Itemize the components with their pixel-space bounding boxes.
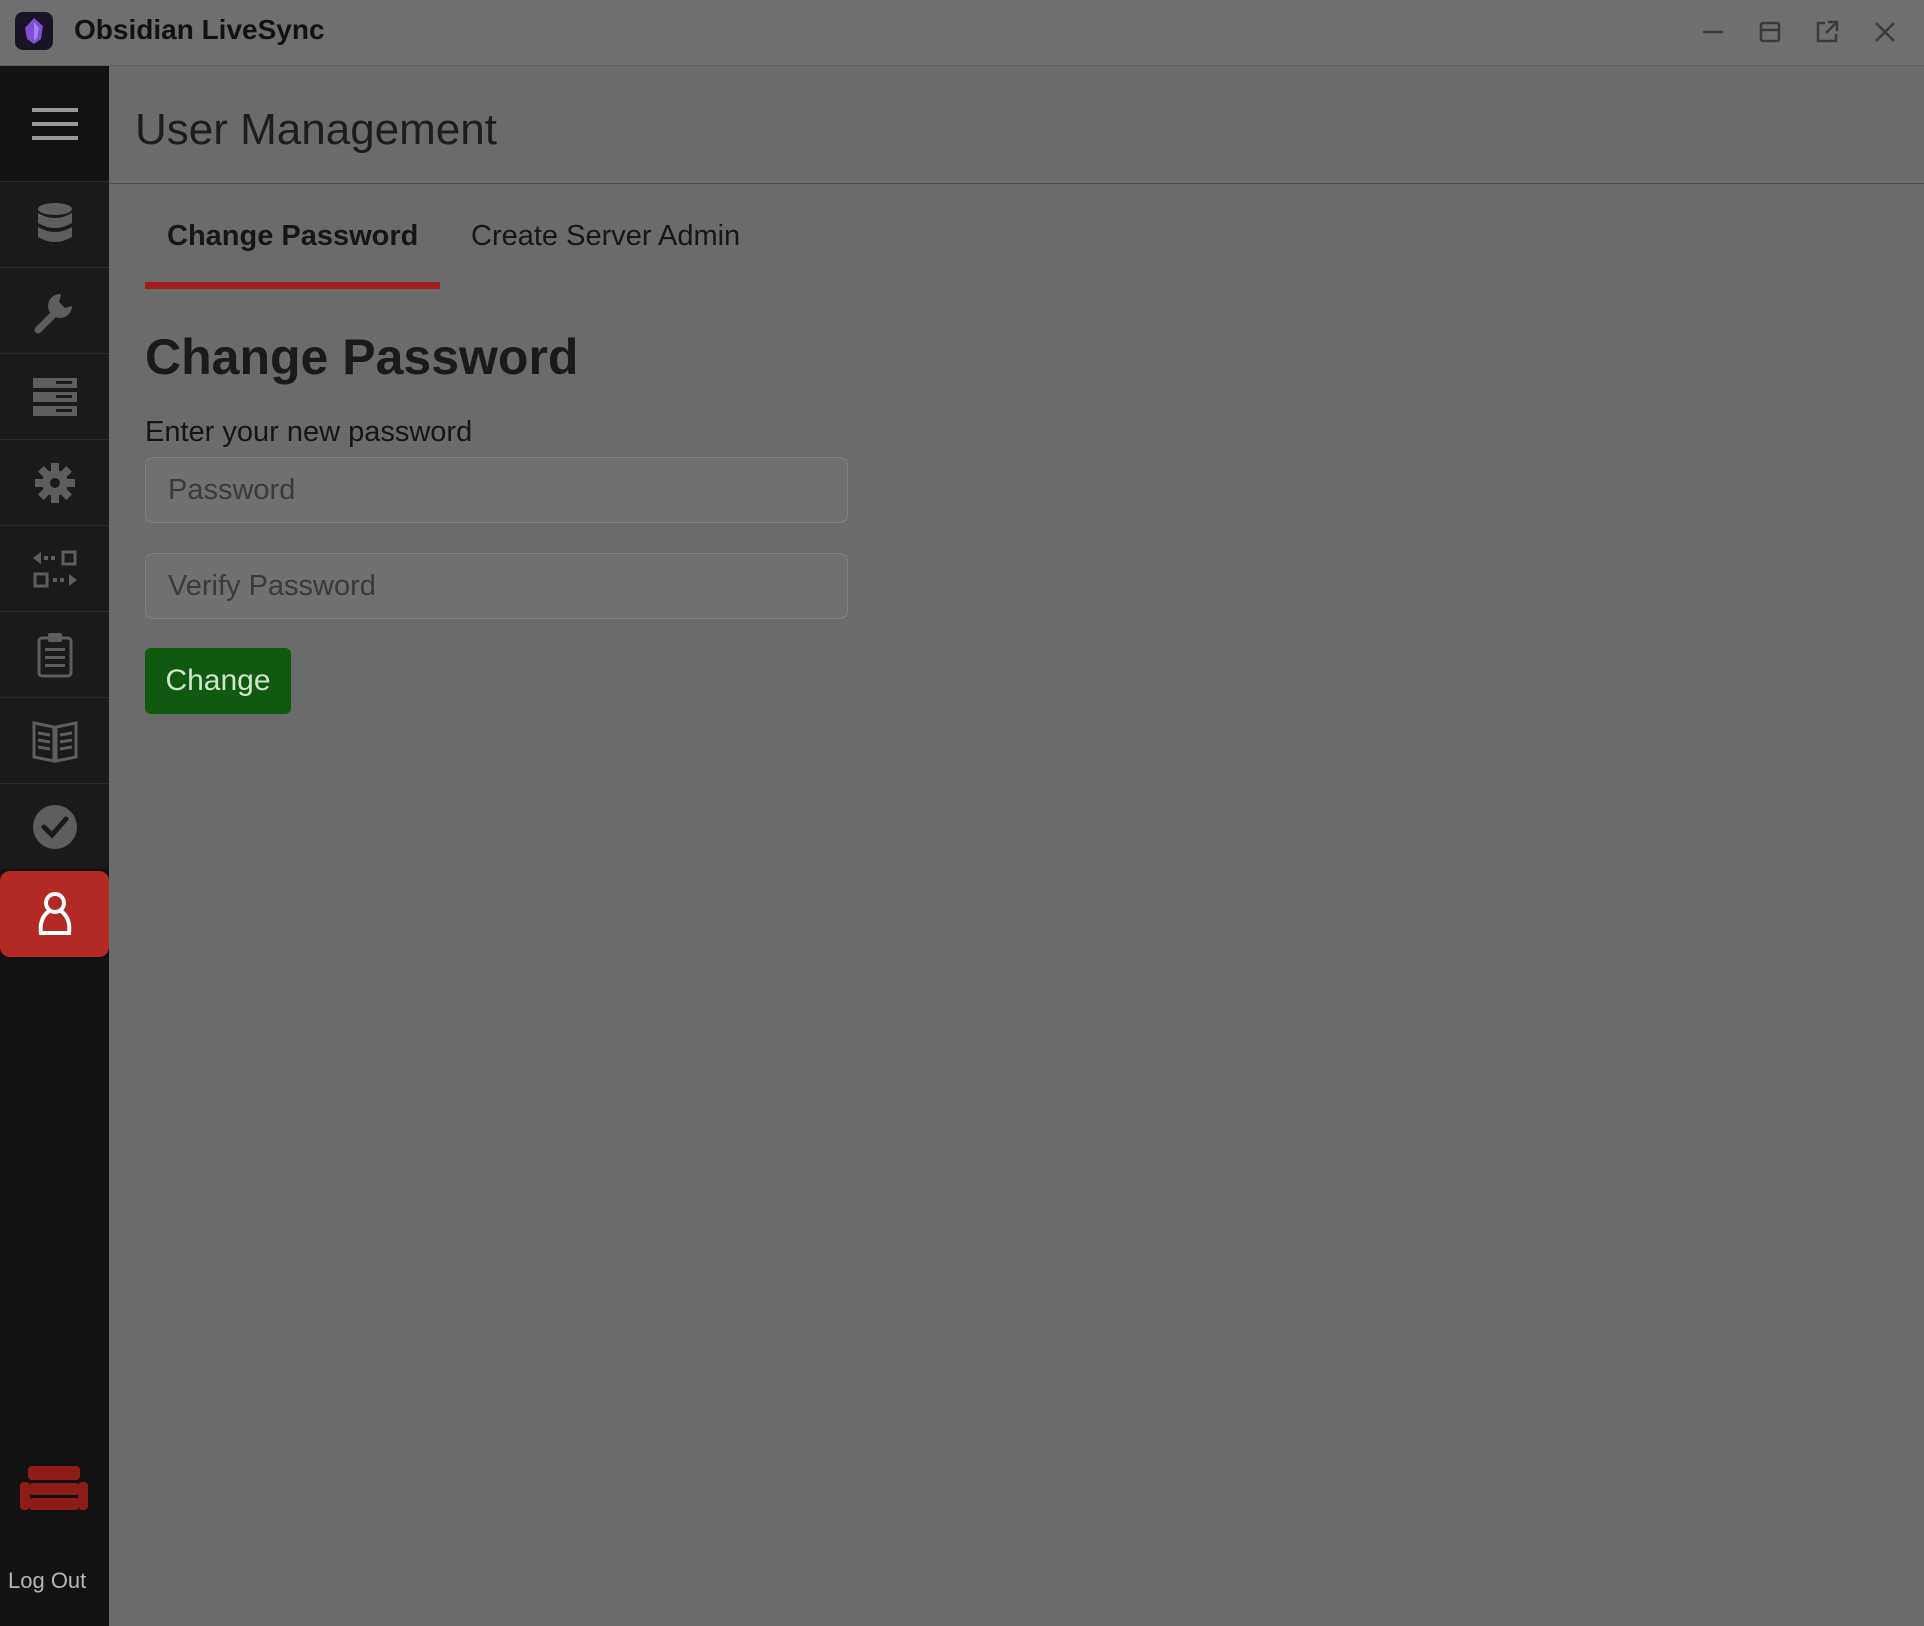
sidebar-item-active-tasks[interactable] (0, 353, 109, 439)
close-icon[interactable] (1865, 14, 1905, 50)
logout-link[interactable]: Log Out (0, 1568, 109, 1594)
database-icon (37, 202, 72, 242)
wrench-icon (34, 293, 72, 333)
tab-change-password[interactable]: Change Password (145, 201, 441, 289)
window-title: Obsidian LiveSync (74, 14, 325, 45)
sidebar-item-config[interactable] (0, 439, 109, 525)
sidebar-item-logs[interactable] (0, 611, 109, 697)
sidebar-item-databases[interactable] (0, 181, 109, 267)
obsidian-app-icon (15, 12, 53, 50)
sidebar-item-verify[interactable] (0, 783, 109, 869)
password-field-label: Enter your new password (145, 416, 473, 448)
title-bar: Obsidian LiveSync (0, 0, 1924, 66)
page-header: User Management (109, 66, 1924, 184)
hamburger-menu-button[interactable] (0, 66, 109, 181)
book-icon (32, 720, 77, 763)
check-circle-icon (32, 804, 77, 849)
sidebar-item-documentation[interactable] (0, 697, 109, 783)
couch-icon[interactable] (18, 1462, 90, 1516)
sidebar-item-user-management[interactable] (0, 871, 109, 957)
sidebar-item-replication[interactable] (0, 525, 109, 611)
user-icon (38, 892, 71, 935)
clipboard-icon (37, 632, 72, 677)
tab-create-server-admin[interactable]: Create Server Admin (449, 201, 762, 289)
verify-password-input[interactable] (145, 553, 848, 619)
hamburger-icon (31, 107, 78, 140)
page-title: User Management (135, 105, 497, 154)
password-input[interactable] (145, 457, 848, 523)
sidebar: Log Out (0, 66, 109, 1626)
minimize-icon[interactable] (1693, 14, 1733, 50)
popout-icon[interactable] (1807, 14, 1847, 50)
main-content: User Management Change Password Create S… (109, 66, 1924, 1626)
maximize-icon[interactable] (1750, 14, 1790, 50)
section-title: Change Password (145, 329, 579, 385)
gear-icon (34, 462, 75, 503)
replication-icon (32, 550, 77, 587)
server-rack-icon (32, 377, 77, 416)
sidebar-item-setup[interactable] (0, 267, 109, 353)
change-password-button[interactable]: Change (145, 648, 291, 714)
